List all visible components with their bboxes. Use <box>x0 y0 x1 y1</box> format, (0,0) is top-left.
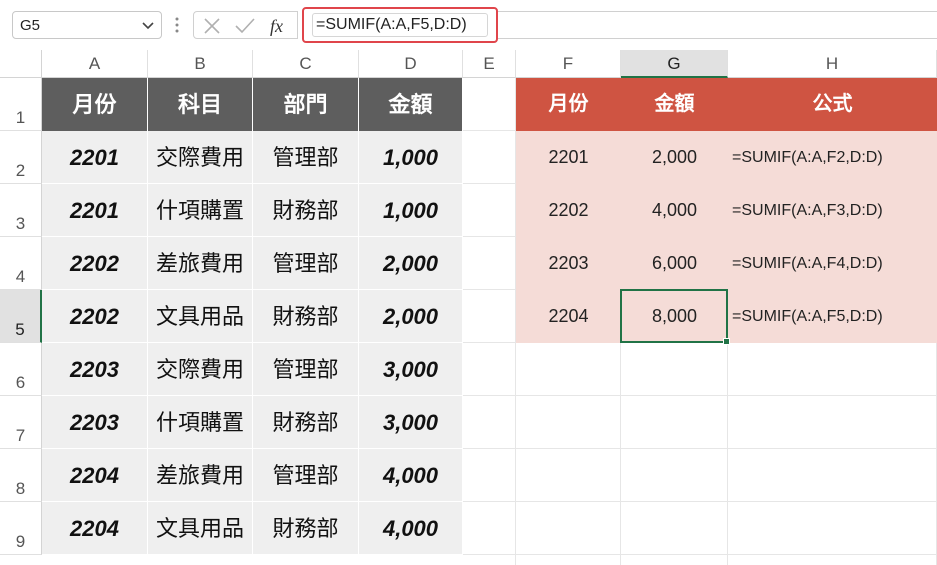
gridline <box>463 395 937 396</box>
right-table-cell[interactable]: 2203 <box>516 237 621 290</box>
left-table-cell[interactable]: 2204 <box>42 449 148 502</box>
left-table-cell[interactable]: 2,000 <box>359 290 463 343</box>
enter-icon[interactable] <box>234 16 256 36</box>
column-header-c[interactable]: C <box>253 50 359 78</box>
left-table-cell[interactable]: 2203 <box>42 343 148 396</box>
row-header-5[interactable]: 5 <box>0 290 42 343</box>
column-header-a[interactable]: A <box>42 50 148 78</box>
right-table-header[interactable]: 月份 <box>516 78 621 131</box>
row-number: 3 <box>15 214 26 233</box>
formula-bar: G5 fx =SUMIF(A:A,F5,D:D) <box>0 0 937 50</box>
row-header-7[interactable]: 7 <box>0 396 42 449</box>
left-table-cell[interactable]: 財務部 <box>253 290 359 343</box>
gridline <box>463 554 937 555</box>
row-number: 4 <box>15 267 26 286</box>
left-table-cell[interactable]: 什項購置 <box>148 184 253 237</box>
left-table-header[interactable]: 科目 <box>148 78 253 131</box>
column-header-e[interactable]: E <box>463 50 516 78</box>
right-table-cell[interactable]: =SUMIF(A:A,F5,D:D) <box>728 290 937 343</box>
left-table-cell[interactable]: 什項購置 <box>148 396 253 449</box>
left-table-cell[interactable]: 交際費用 <box>148 131 253 184</box>
left-table-cell[interactable]: 2202 <box>42 290 148 343</box>
left-table-cell[interactable]: 管理部 <box>253 449 359 502</box>
left-table-cell[interactable]: 1,000 <box>359 131 463 184</box>
right-table-header[interactable]: 金額 <box>621 78 728 131</box>
column-header-b[interactable]: B <box>148 50 253 78</box>
fx-icon[interactable]: fx <box>268 16 292 38</box>
fill-handle[interactable] <box>723 338 730 345</box>
right-table-cell[interactable]: =SUMIF(A:A,F3,D:D) <box>728 184 937 237</box>
left-table-header[interactable]: 月份 <box>42 78 148 131</box>
right-table-header[interactable]: 公式 <box>728 78 937 131</box>
row-header-1[interactable]: 1 <box>0 78 42 131</box>
right-table-cell[interactable]: =SUMIF(A:A,F2,D:D) <box>728 131 937 184</box>
left-table-cell[interactable]: 3,000 <box>359 396 463 449</box>
left-table-cell[interactable]: 2201 <box>42 131 148 184</box>
right-table-cell[interactable]: 2,000 <box>621 131 728 184</box>
row-header-6[interactable]: 6 <box>0 343 42 396</box>
right-table-cell[interactable]: 6,000 <box>621 237 728 290</box>
right-table-cell[interactable]: 2202 <box>516 184 621 237</box>
left-table-cell[interactable]: 差旅費用 <box>148 237 253 290</box>
left-table-cell[interactable]: 財務部 <box>253 184 359 237</box>
formula-text: =SUMIF(A:A,F5,D:D) <box>316 16 467 33</box>
name-box[interactable]: G5 <box>12 11 162 39</box>
row-number: 2 <box>15 161 26 180</box>
left-table-cell[interactable]: 管理部 <box>253 343 359 396</box>
left-table-cell[interactable]: 管理部 <box>253 131 359 184</box>
column-header-d[interactable]: D <box>359 50 463 78</box>
left-table-cell[interactable]: 2202 <box>42 237 148 290</box>
left-table-cell[interactable]: 2204 <box>42 502 148 555</box>
gridline <box>463 448 937 449</box>
row-header-4[interactable]: 4 <box>0 237 42 290</box>
left-table-cell[interactable]: 2201 <box>42 184 148 237</box>
chevron-down-icon[interactable] <box>141 18 155 32</box>
left-table-cell[interactable]: 4,000 <box>359 449 463 502</box>
left-table-cell[interactable]: 文具用品 <box>148 290 253 343</box>
row-header-9[interactable]: 9 <box>0 502 42 555</box>
right-table-cell[interactable]: =SUMIF(A:A,F4,D:D) <box>728 237 937 290</box>
select-all-corner[interactable] <box>0 50 42 78</box>
formula-input-highlight[interactable]: =SUMIF(A:A,F5,D:D) <box>302 7 498 43</box>
gridline <box>463 501 937 502</box>
column-header-h[interactable]: H <box>728 50 937 78</box>
selected-cell-outline <box>620 289 728 343</box>
row-number: 7 <box>15 426 26 445</box>
row-number: 6 <box>15 373 26 392</box>
left-table-cell[interactable]: 4,000 <box>359 502 463 555</box>
left-table-cell[interactable]: 交際費用 <box>148 343 253 396</box>
row-number: 1 <box>15 108 26 127</box>
right-table-cell[interactable]: 2201 <box>516 131 621 184</box>
column-header-f[interactable]: F <box>516 50 621 78</box>
more-options-icon[interactable] <box>174 15 180 35</box>
row-header-3[interactable]: 3 <box>0 184 42 237</box>
row-number: 5 <box>15 320 25 339</box>
svg-text:fx: fx <box>270 16 283 36</box>
left-table-cell[interactable]: 2203 <box>42 396 148 449</box>
name-box-value: G5 <box>20 17 41 34</box>
left-table-cell[interactable]: 管理部 <box>253 237 359 290</box>
left-table-cell[interactable]: 3,000 <box>359 343 463 396</box>
left-table-cell[interactable]: 1,000 <box>359 184 463 237</box>
column-header-g[interactable]: G <box>621 50 728 78</box>
formula-actions: fx <box>193 11 298 39</box>
left-table-cell[interactable]: 財務部 <box>253 396 359 449</box>
right-table-cell[interactable]: 4,000 <box>621 184 728 237</box>
left-table-cell[interactable]: 文具用品 <box>148 502 253 555</box>
left-table-cell[interactable]: 財務部 <box>253 502 359 555</box>
row-header-8[interactable]: 8 <box>0 449 42 502</box>
left-table-cell[interactable]: 差旅費用 <box>148 449 253 502</box>
formula-input-area[interactable] <box>498 11 937 39</box>
left-table-header[interactable]: 金額 <box>359 78 463 131</box>
left-table-header[interactable]: 部門 <box>253 78 359 131</box>
left-table-cell[interactable]: 2,000 <box>359 237 463 290</box>
row-header-2[interactable]: 2 <box>0 131 42 184</box>
row-number: 9 <box>15 532 26 551</box>
row-number: 8 <box>15 479 26 498</box>
right-table-cell[interactable]: 2204 <box>516 290 621 343</box>
cancel-icon[interactable] <box>202 16 222 36</box>
